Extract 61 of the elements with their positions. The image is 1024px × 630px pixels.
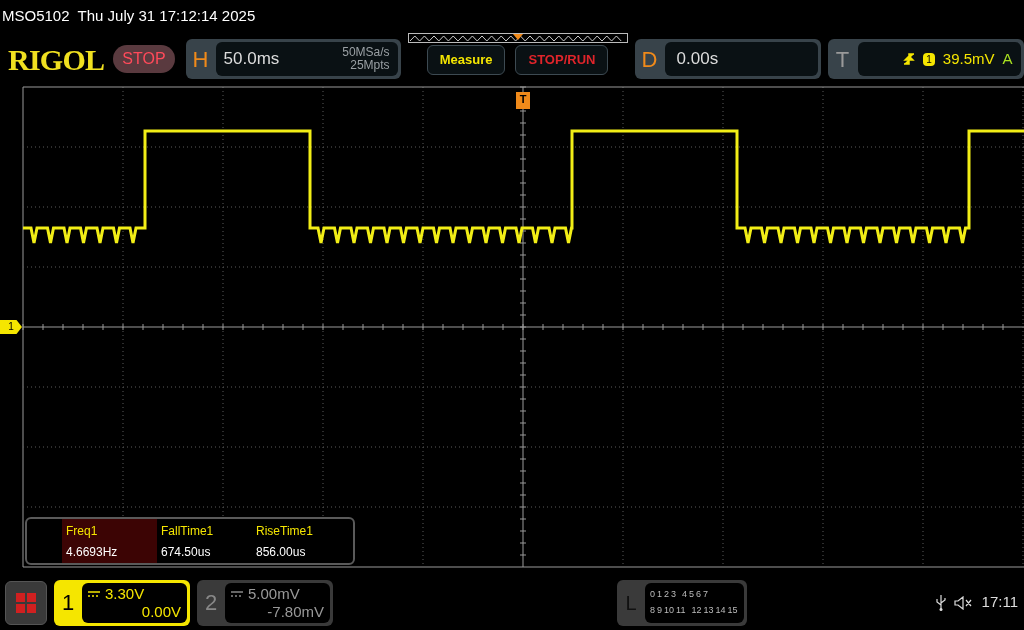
trigger-source-badge: 1 [923, 52, 935, 66]
trigger-position-marker: T [516, 92, 530, 109]
trigger-label: T [834, 45, 851, 74]
horizontal-label: H [191, 45, 210, 74]
channel-scale: 3.30V [105, 584, 145, 603]
trigger-panel[interactable]: T 1 39.5mV A [827, 39, 1024, 79]
channel-offset: -7.80mV [267, 602, 324, 621]
measurement-value: 4.6693Hz [66, 543, 119, 561]
trigger-level: 39.5mV [942, 48, 995, 69]
horizontal-panel[interactable]: H 50.0ms 50MSa/s 25Mpts [185, 39, 401, 79]
logic-channel-number: 12 [691, 603, 702, 617]
measurement-name: RiseTime1 [256, 522, 314, 540]
window-title: MSO5102 Thu July 31 17:12:14 2025 [2, 6, 256, 27]
logic-channel-number: 3 [671, 588, 677, 601]
logic-channel-number: 0 [650, 588, 655, 601]
channel-number: 2 [203, 589, 219, 617]
dc-coupling-icon [88, 590, 100, 597]
timebase-value: 50.0ms [223, 48, 280, 71]
channel-scale: 5.00mV [248, 584, 300, 603]
menu-button[interactable] [5, 580, 47, 625]
measurement-value: 674.50us [161, 543, 212, 561]
channel-offset: 0.00V [141, 602, 181, 621]
channel-panel[interactable]: 2 5.00mV -7.80mV [197, 579, 333, 626]
grid-menu-icon [16, 592, 36, 613]
measurement-value: 856.00us [256, 543, 307, 561]
sample-rate: 50MSa/s [342, 46, 390, 59]
delay-value: 0.00s [676, 48, 719, 71]
measurement-item[interactable]: FallTime1 674.50us [157, 519, 252, 563]
clock-time: 17:11 [981, 592, 1018, 613]
muted-speaker-icon [953, 595, 974, 610]
logic-channel-number: 8 [650, 603, 655, 617]
measurement-item[interactable]: RiseTime1 856.00us [252, 519, 347, 563]
delay-label: D [640, 45, 659, 74]
logic-channel-number: 13 [703, 603, 714, 617]
logic-channel-number: 2 [664, 588, 670, 601]
measure-button[interactable]: Measure [426, 45, 506, 75]
measurement-name: Freq1 [66, 522, 99, 540]
trigger-mode: A [1002, 48, 1013, 69]
measurement-item[interactable]: Freq1 4.6693Hz [62, 519, 157, 563]
logic-channel-number: 10 [664, 603, 675, 617]
delay-panel[interactable]: D 0.00s [634, 39, 821, 79]
logic-channel-number: 15 [727, 603, 738, 617]
logic-channel-number: 4 [682, 588, 688, 601]
channel-panel[interactable]: 1 3.30V 0.00V [54, 579, 190, 626]
channel-marker: 1 [0, 320, 22, 334]
logic-channel-number: 1 [657, 588, 663, 601]
logic-channel-number: 9 [657, 603, 663, 617]
rising-edge-icon [903, 53, 916, 65]
logic-channel-number: 5 [689, 588, 695, 601]
measurement-name: FallTime1 [161, 522, 215, 540]
usb-icon [935, 594, 946, 611]
dc-coupling-icon [231, 590, 243, 597]
logic-channel-number: 7 [703, 588, 709, 601]
run-status-badge: STOP [113, 45, 175, 73]
stop-run-button[interactable]: STOP/RUN [515, 45, 609, 75]
logic-channel-number: 14 [715, 603, 726, 617]
logic-channel-number: 6 [696, 588, 702, 601]
memory-depth: 25Mpts [350, 59, 390, 72]
logic-channel-number: 11 [676, 603, 686, 617]
channel-number: 1 [60, 589, 76, 617]
brand-logo: RIGOL [8, 41, 105, 78]
